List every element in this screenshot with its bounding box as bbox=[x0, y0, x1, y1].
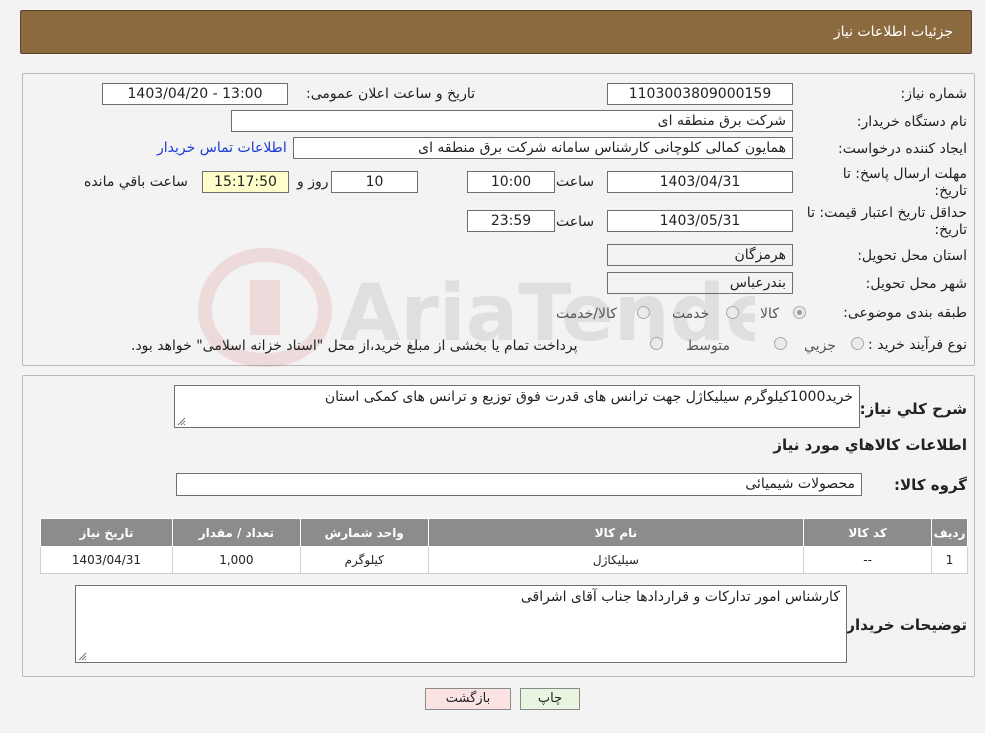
creator-field: همایون کمالی کلوچانی کارشناس سامانه شرکت… bbox=[293, 137, 793, 159]
cell-item-code: -- bbox=[803, 546, 933, 574]
category-label: طبقه بندی موضوعی: bbox=[843, 305, 967, 321]
print-button[interactable]: چاپ bbox=[520, 688, 580, 710]
deadline-label-text: مهلت ارسال پاسخ: تا تاریخ: bbox=[842, 166, 967, 199]
process-note: پرداخت تمام یا بخشی از مبلغ خرید،از محل … bbox=[131, 338, 578, 354]
validity-time-label: ساعت bbox=[556, 214, 595, 230]
col-need-date: تاریخ نیاز bbox=[40, 518, 173, 547]
buyer-notes-label: توضیحات خریدار: bbox=[840, 616, 967, 634]
col-row-number: ردیف bbox=[931, 518, 968, 547]
days-label: روز و bbox=[297, 174, 329, 190]
need-number-field: 1103003809000159 bbox=[607, 83, 793, 105]
col-item-code: کد کالا bbox=[803, 518, 933, 547]
announce-label: تاریخ و ساعت اعلان عمومی: bbox=[306, 86, 475, 102]
province-label: استان محل تحویل: bbox=[857, 248, 967, 264]
buyer-notes-textarea: کارشناس امور تدارکات و قراردادها جناب آق… bbox=[75, 585, 847, 663]
buyer-org-label: نام دستگاه خریدار: bbox=[856, 114, 967, 130]
deadline-time-field: 10:00 bbox=[467, 171, 555, 193]
cell-unit: کیلوگرم bbox=[299, 546, 429, 574]
process-radio-treasury[interactable] bbox=[650, 337, 663, 350]
province-field: هرمزگان bbox=[607, 244, 793, 266]
city-label: شهر محل تحویل: bbox=[865, 276, 967, 292]
days-field: 10 bbox=[331, 171, 418, 193]
buyer-org-field: شرکت برق منطقه ای bbox=[231, 110, 793, 132]
process-option-minor: جزیي bbox=[804, 338, 836, 354]
city-field: بندرعباس bbox=[607, 272, 793, 294]
col-unit: واحد شمارش bbox=[299, 518, 429, 547]
items-section-title: اطلاعات کالاهاي مورد نياز bbox=[773, 436, 967, 454]
validity-label-text: حداقل تاریخ اعتبار قیمت: تا تاریخ: bbox=[806, 205, 967, 238]
cell-item-name: سیلیکاژل bbox=[427, 546, 805, 574]
process-radio-medium[interactable] bbox=[774, 337, 787, 350]
category-radio-goods[interactable] bbox=[793, 306, 806, 319]
process-option-medium: متوسط bbox=[686, 338, 730, 354]
back-button[interactable]: بازگشت bbox=[425, 688, 511, 710]
category-option-goods: کالا bbox=[760, 306, 779, 322]
remaining-time-field: 15:17:50 bbox=[202, 171, 289, 193]
validity-date-field: 1403/05/31 bbox=[607, 210, 793, 232]
resize-grip-icon bbox=[78, 652, 87, 661]
description-label: شرح كلي نياز: bbox=[859, 400, 967, 418]
creator-label: ایجاد کننده درخواست: bbox=[838, 141, 967, 157]
remaining-label: ساعت باقي مانده bbox=[84, 174, 188, 190]
process-radio-minor[interactable] bbox=[851, 337, 864, 350]
validity-label: حداقل تاریخ اعتبار قیمت: تا تاریخ: bbox=[792, 205, 967, 239]
category-radio-both[interactable] bbox=[637, 306, 650, 319]
goods-group-label: گروه کالا: bbox=[894, 476, 967, 494]
col-quantity: تعداد / مقدار bbox=[171, 518, 301, 547]
resize-grip-icon bbox=[177, 417, 186, 426]
deadline-time-label: ساعت bbox=[556, 174, 595, 190]
announce-field: 1403/04/20 - 13:00 bbox=[102, 83, 288, 105]
deadline-label: مهلت ارسال پاسخ: تا تاریخ: bbox=[817, 166, 967, 200]
validity-time-field: 23:59 bbox=[467, 210, 555, 232]
table-row: 1 -- سیلیکاژل کیلوگرم 1,000 1403/04/31 bbox=[40, 546, 968, 574]
description-textarea: خرید1000کیلوگرم سیلیکاژل جهت ترانس های ق… bbox=[174, 385, 860, 428]
items-table: ردیف کد کالا نام کالا واحد شمارش تعداد /… bbox=[40, 518, 968, 574]
buyer-contact-link[interactable]: اطلاعات تماس خریدار bbox=[157, 140, 287, 156]
category-option-both: کالا/خدمت bbox=[556, 306, 617, 322]
need-number-label: شماره نیاز: bbox=[900, 86, 968, 102]
page-title: جزئیات اطلاعات نیاز bbox=[833, 24, 953, 40]
process-label: نوع فرآیند خرید : bbox=[868, 337, 967, 353]
category-option-service: خدمت bbox=[672, 306, 710, 322]
items-table-header-row: ردیف کد کالا نام کالا واحد شمارش تعداد /… bbox=[40, 518, 968, 547]
cell-quantity: 1,000 bbox=[171, 546, 301, 574]
category-radio-service[interactable] bbox=[726, 306, 739, 319]
page-header: جزئیات اطلاعات نیاز bbox=[20, 10, 972, 54]
goods-group-field: محصولات شیمیائی bbox=[176, 473, 862, 496]
col-item-name: نام کالا bbox=[427, 518, 805, 547]
cell-row-number: 1 bbox=[931, 546, 968, 574]
description-text: خرید1000کیلوگرم سیلیکاژل جهت ترانس های ق… bbox=[324, 389, 853, 405]
items-table-wrapper: ردیف کد کالا نام کالا واحد شمارش تعداد /… bbox=[40, 518, 968, 574]
buyer-notes-text: کارشناس امور تدارکات و قراردادها جناب آق… bbox=[520, 589, 840, 605]
cell-need-date: 1403/04/31 bbox=[40, 546, 173, 574]
deadline-date-field: 1403/04/31 bbox=[607, 171, 793, 193]
